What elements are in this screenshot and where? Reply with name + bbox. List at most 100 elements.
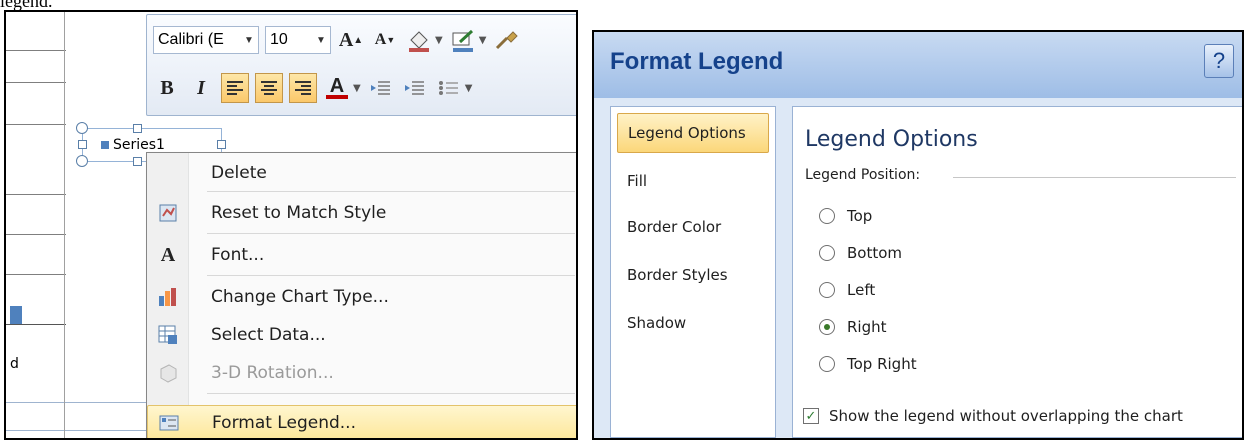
increase-indent-icon bbox=[404, 81, 424, 95]
align-right-button[interactable] bbox=[289, 73, 317, 103]
radio-label: Top Right bbox=[847, 355, 917, 373]
menu-item-3d-rotation[interactable]: 3-D Rotation... bbox=[147, 355, 576, 391]
menu-item-format-legend[interactable]: Format Legend... bbox=[147, 405, 576, 438]
mini-toolbar: Calibri (E ▼ 10 ▼ A ▲ A ▼ ▼ ▼ B I A ▼ ▼ bbox=[146, 14, 576, 116]
resize-handle[interactable] bbox=[217, 140, 226, 149]
align-left-button[interactable] bbox=[221, 73, 249, 103]
grow-font-icon: A bbox=[338, 28, 354, 51]
font-size-combo[interactable]: 10 ▼ bbox=[265, 26, 331, 54]
shrink-font-button[interactable]: A ▼ bbox=[371, 25, 399, 55]
format-painter-icon bbox=[496, 31, 519, 50]
legend-series-label: Series1 bbox=[113, 137, 165, 153]
bullets-button[interactable] bbox=[435, 73, 463, 103]
legend-fragment-text: d bbox=[10, 356, 19, 372]
chart-axis bbox=[6, 324, 66, 325]
nav-item-fill[interactable]: Fill bbox=[617, 161, 769, 201]
italic-button[interactable]: I bbox=[187, 73, 215, 103]
sheet-gridline bbox=[6, 402, 146, 403]
align-right-icon bbox=[295, 81, 311, 95]
chart-bar bbox=[10, 306, 22, 324]
menu-item-delete[interactable]: Delete bbox=[147, 155, 576, 191]
font-color-swatch bbox=[326, 95, 348, 99]
chart-context-screenshot: d Series1 Calibri (E ▼ 10 ▼ A ▲ A ▼ ▼ ▼ … bbox=[4, 10, 578, 440]
fill-color-button[interactable] bbox=[405, 25, 433, 55]
resize-handle[interactable] bbox=[76, 155, 88, 167]
radio-top-right[interactable]: Top Right bbox=[819, 355, 917, 373]
align-center-icon bbox=[261, 81, 277, 95]
context-menu: Delete Reset to Match Style A Font... Ch… bbox=[146, 152, 576, 438]
radio-right[interactable]: Right bbox=[819, 318, 887, 336]
radio-button[interactable] bbox=[819, 245, 835, 261]
chevron-down-icon[interactable]: ▼ bbox=[465, 83, 473, 94]
radio-button-selected[interactable] bbox=[819, 319, 835, 335]
menu-item-change-chart-type[interactable]: Change Chart Type... bbox=[147, 279, 576, 315]
menu-item-font[interactable]: A Font... bbox=[147, 237, 576, 273]
radio-label: Top bbox=[847, 207, 873, 225]
chevron-down-icon[interactable]: ▼ bbox=[353, 83, 361, 94]
radio-button[interactable] bbox=[819, 208, 835, 224]
caption-fragment: legend. bbox=[0, 0, 53, 11]
radio-bottom[interactable]: Bottom bbox=[819, 244, 902, 262]
category-nav: Legend Options Fill Border Color Border … bbox=[610, 106, 776, 438]
decrease-indent-button[interactable] bbox=[367, 73, 395, 103]
nav-item-border-color[interactable]: Border Color bbox=[617, 207, 769, 247]
line-color-button[interactable] bbox=[449, 25, 477, 55]
align-left-icon bbox=[227, 81, 243, 95]
chart-gridline bbox=[6, 234, 66, 235]
menu-separator bbox=[207, 393, 575, 394]
group-label: Legend Position: bbox=[805, 167, 921, 183]
select-data-icon bbox=[147, 324, 189, 346]
radio-label: Right bbox=[847, 318, 887, 336]
checkbox[interactable]: ✓ bbox=[803, 408, 819, 424]
font-color-button[interactable]: A bbox=[323, 73, 351, 103]
increase-indent-button[interactable] bbox=[401, 73, 429, 103]
chevron-down-icon[interactable]: ▼ bbox=[312, 35, 330, 46]
menu-item-select-data[interactable]: Select Data... bbox=[147, 317, 576, 353]
align-center-button[interactable] bbox=[255, 73, 283, 103]
pen-color-icon bbox=[452, 29, 473, 52]
menu-item-reset-style[interactable]: Reset to Match Style bbox=[147, 195, 576, 231]
format-painter-button[interactable] bbox=[492, 25, 520, 55]
chevron-down-icon[interactable]: ▼ bbox=[479, 35, 487, 46]
radio-button[interactable] bbox=[819, 356, 835, 372]
menu-item-label: Delete bbox=[211, 163, 267, 183]
menu-separator bbox=[207, 191, 575, 192]
reset-style-icon bbox=[147, 202, 189, 224]
resize-handle[interactable] bbox=[78, 140, 87, 149]
radio-left[interactable]: Left bbox=[819, 281, 875, 299]
help-button[interactable]: ? bbox=[1204, 44, 1234, 78]
no-overlap-option[interactable]: ✓ Show the legend without overlapping th… bbox=[803, 407, 1183, 425]
dialog-body: Legend Options Fill Border Color Border … bbox=[594, 98, 1242, 438]
chart-type-icon bbox=[147, 286, 189, 308]
chevron-down-icon[interactable]: ▼ bbox=[435, 35, 443, 46]
radio-top[interactable]: Top bbox=[819, 207, 872, 225]
font-size-value: 10 bbox=[270, 31, 288, 48]
nav-item-legend-options[interactable]: Legend Options bbox=[617, 113, 769, 153]
resize-handle[interactable] bbox=[133, 157, 142, 166]
font-name-combo[interactable]: Calibri (E ▼ bbox=[153, 26, 259, 54]
radio-button[interactable] bbox=[819, 282, 835, 298]
chart-gridline bbox=[6, 124, 66, 125]
menu-item-label: Select Data... bbox=[211, 325, 326, 345]
chart-gridline bbox=[6, 82, 66, 83]
nav-item-shadow[interactable]: Shadow bbox=[617, 303, 769, 343]
chart-gridline bbox=[6, 274, 66, 275]
resize-handle[interactable] bbox=[76, 122, 88, 134]
resize-handle[interactable] bbox=[133, 124, 142, 133]
menu-separator bbox=[207, 275, 575, 276]
nav-item-border-styles[interactable]: Border Styles bbox=[617, 255, 769, 295]
bullets-icon bbox=[438, 81, 458, 95]
font-icon: A bbox=[160, 243, 176, 266]
paint-bucket-icon bbox=[409, 31, 429, 52]
chevron-down-icon[interactable]: ▼ bbox=[240, 35, 258, 46]
sheet-gridline bbox=[6, 430, 146, 431]
font-name-value: Calibri (E bbox=[158, 31, 224, 48]
menu-item-label: Reset to Match Style bbox=[211, 203, 387, 223]
sheet-gridline bbox=[64, 12, 65, 438]
bold-button[interactable]: B bbox=[153, 73, 181, 103]
menu-item-label: 3-D Rotation... bbox=[211, 363, 334, 383]
3d-rotation-icon bbox=[147, 362, 189, 384]
grow-font-button[interactable]: A ▲ bbox=[337, 25, 365, 55]
group-divider bbox=[953, 177, 1236, 178]
chart-gridline bbox=[6, 50, 66, 51]
